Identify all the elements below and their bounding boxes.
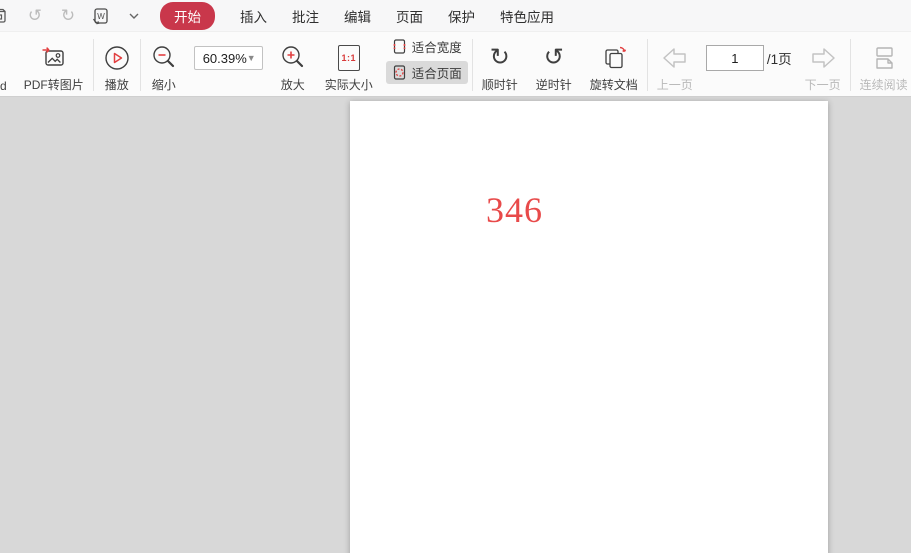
play-button[interactable]: 播放 xyxy=(94,37,140,93)
save-icon[interactable] xyxy=(0,6,12,26)
tab-insert[interactable]: 插入 xyxy=(240,6,267,26)
rotate-clockwise-button[interactable]: ↻ 顺时针 xyxy=(473,37,527,93)
rotate-counterclockwise-icon: ↺ xyxy=(544,42,564,74)
tab-annotate[interactable]: 批注 xyxy=(292,6,319,26)
word-convert-icon[interactable]: W xyxy=(91,6,111,26)
fit-page-button[interactable]: 适合页面 xyxy=(386,61,468,84)
continuous-reading-button[interactable]: 连续阅读 xyxy=(851,37,911,93)
titlebar: ↺ ↻ W 开始 插入 批注 编辑 页面 保护 特色应用 xyxy=(0,0,911,32)
fit-page-icon xyxy=(392,64,407,81)
rotate-document-button[interactable]: 旋转文档 xyxy=(581,37,647,93)
undo-icon[interactable]: ↺ xyxy=(25,6,45,26)
redo-icon[interactable]: ↻ xyxy=(58,6,78,26)
actual-size-icon: 1:1 xyxy=(338,42,360,74)
page-number-input[interactable] xyxy=(706,45,764,71)
play-icon xyxy=(103,42,131,74)
page-content-text: 346 xyxy=(486,189,543,231)
zoom-in-icon xyxy=(279,42,307,74)
svg-text:W: W xyxy=(97,12,105,21)
tab-special-apps[interactable]: 特色应用 xyxy=(500,6,554,26)
zoom-out-icon xyxy=(150,42,178,74)
rotate-document-icon xyxy=(600,42,628,74)
pdf-page[interactable]: 346 xyxy=(350,101,828,553)
toolbar: d PDF转图片 播放 xyxy=(0,32,911,97)
fit-width-icon xyxy=(392,38,407,55)
tab-protect[interactable]: 保护 xyxy=(448,6,475,26)
zoom-out-button[interactable]: 缩小 xyxy=(141,37,187,93)
next-page-button[interactable]: 下一页 xyxy=(796,37,850,93)
chevron-down-icon[interactable] xyxy=(124,6,144,26)
pdf-to-word-button[interactable]: d xyxy=(0,37,7,93)
prev-page-button[interactable]: 上一页 xyxy=(648,37,702,93)
tab-edit[interactable]: 编辑 xyxy=(344,6,371,26)
rotate-counterclockwise-button[interactable]: ↺ 逆时针 xyxy=(527,37,581,93)
zoom-level-select[interactable]: 60.39% ▼ xyxy=(194,46,263,70)
rotate-clockwise-icon: ↻ xyxy=(490,42,510,74)
page-navigation: /1页 xyxy=(706,45,792,71)
menu-tabs: 开始 插入 批注 编辑 页面 保护 特色应用 xyxy=(160,2,554,30)
next-page-icon xyxy=(807,42,839,74)
page-total-label: /1页 xyxy=(767,48,792,68)
actual-size-button[interactable]: 1:1 实际大小 xyxy=(316,37,382,93)
tab-page[interactable]: 页面 xyxy=(396,6,423,26)
tab-home[interactable]: 开始 xyxy=(160,2,215,30)
continuous-reading-icon xyxy=(870,42,898,74)
fit-buttons: 适合宽度 适合页面 xyxy=(386,35,468,84)
zoom-in-button[interactable]: 放大 xyxy=(270,37,316,93)
zoom-level-value: 60.39% xyxy=(203,51,247,66)
pdf-to-image-button[interactable]: PDF转图片 xyxy=(15,37,93,93)
combo-arrow-icon: ▼ xyxy=(247,53,256,63)
quick-access-toolbar: ↺ ↻ W xyxy=(0,6,144,26)
document-area[interactable]: 346 xyxy=(0,97,911,553)
pdf-to-image-icon xyxy=(40,42,68,74)
fit-width-button[interactable]: 适合宽度 xyxy=(386,35,468,58)
prev-page-icon xyxy=(659,42,691,74)
